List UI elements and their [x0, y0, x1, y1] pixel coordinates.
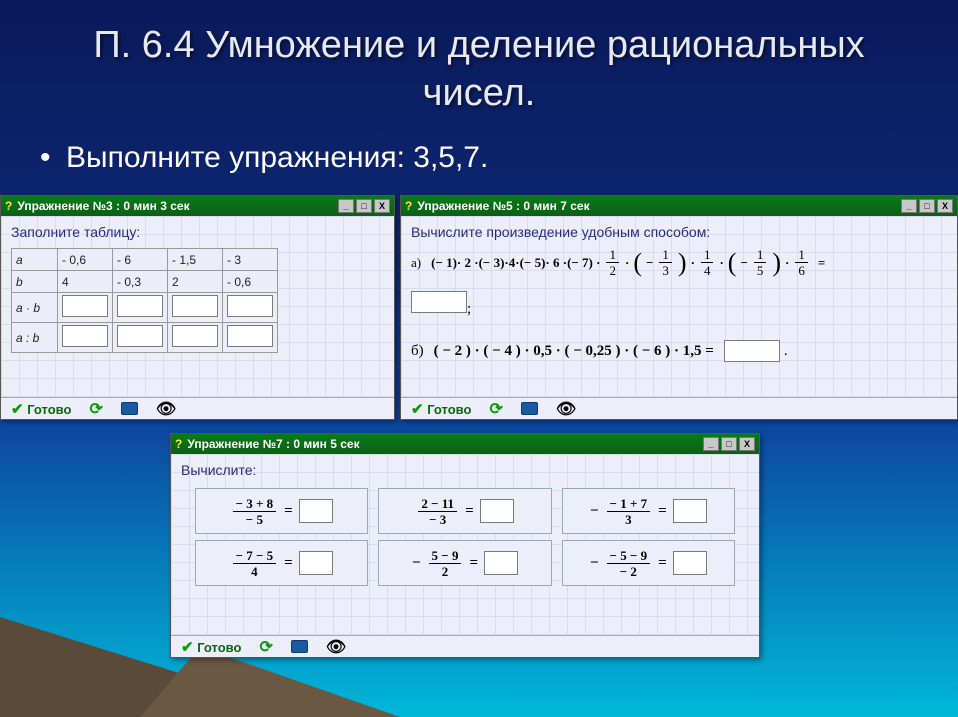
- check-icon: ✔: [11, 401, 24, 418]
- slide-title: П. 6.4 Умножение и деление рациональных …: [0, 0, 958, 127]
- prompt-text: Вычислите произведение удобным способом:: [411, 224, 947, 240]
- answer-input[interactable]: [227, 295, 273, 317]
- window-title: Упражнение №5 : 0 мин 7 сек: [417, 199, 589, 213]
- cell: - 3: [223, 249, 278, 271]
- fraction: − 1 + 73: [607, 497, 651, 526]
- check-icon: ✔: [181, 639, 194, 656]
- refresh-icon[interactable]: ⟳: [259, 637, 272, 657]
- row-label: a · b: [12, 293, 58, 323]
- fraction-cell: − 7 − 54=: [195, 540, 368, 586]
- exercise-5-window: ? Упражнение №5 : 0 мин 7 сек _ □ X Вычи…: [400, 195, 958, 420]
- table-row: b 4 - 0,3 2 - 0,6: [12, 271, 278, 293]
- expression-b: б) ( − 2 ) · ( − 4 ) · 0,5 · ( − 0,25 ) …: [411, 340, 947, 362]
- maximize-button[interactable]: □: [356, 199, 372, 213]
- cell: 2: [168, 271, 223, 293]
- expr-text: (− 1)· 2 ·(− 3)·4·(− 5)· 6 ·(− 7) ·: [431, 255, 600, 271]
- answer-input[interactable]: [673, 551, 707, 575]
- fraction-cell: −− 5 − 9− 2=: [562, 540, 735, 586]
- maximize-button[interactable]: □: [721, 437, 737, 451]
- titlebar[interactable]: ? Упражнение №3 : 0 мин 3 сек _ □ X: [1, 196, 394, 216]
- answer-input[interactable]: [172, 295, 218, 317]
- calculator-icon[interactable]: [291, 640, 308, 653]
- eye-icon[interactable]: 👁: [156, 399, 176, 419]
- close-button[interactable]: X: [937, 199, 953, 213]
- answer-input[interactable]: [172, 325, 218, 347]
- prompt-text: Заполните таблицу:: [11, 224, 384, 240]
- expr-text: ( − 2 ) · ( − 4 ) · 0,5 · ( − 0,25 ) · (…: [434, 343, 714, 360]
- slide-bullet: Выполните упражнения: 3,5,7.: [0, 127, 958, 193]
- expression-a: а) (− 1)· 2 ·(− 3)·4·(− 5)· 6 ·(− 7) · 1…: [411, 248, 947, 277]
- fraction: 5 − 92: [429, 549, 462, 578]
- minimize-button[interactable]: _: [901, 199, 917, 213]
- answer-input[interactable]: [299, 551, 333, 575]
- answer-input[interactable]: [62, 325, 108, 347]
- fraction-cell: −− 1 + 73=: [562, 488, 735, 534]
- close-button[interactable]: X: [374, 199, 390, 213]
- fraction: − 3 + 8− 5: [233, 497, 277, 526]
- answer-input[interactable]: [484, 551, 518, 575]
- cell: - 0,6: [223, 271, 278, 293]
- sign: −: [412, 555, 421, 572]
- eye-icon[interactable]: 👁: [556, 399, 576, 419]
- row-label: b: [12, 271, 58, 293]
- answer-input[interactable]: [299, 499, 333, 523]
- refresh-icon[interactable]: ⟳: [89, 399, 102, 419]
- window-title: Упражнение №3 : 0 мин 3 сек: [17, 199, 189, 213]
- fraction-cell: 2 − 11− 3=: [378, 488, 551, 534]
- cell: - 6: [113, 249, 168, 271]
- answer-input[interactable]: [673, 499, 707, 523]
- toolbar: ✔ Готово ⟳ 👁: [171, 635, 759, 657]
- titlebar[interactable]: ? Упражнение №7 : 0 мин 5 сек _ □ X: [171, 434, 759, 454]
- check-icon: ✔: [411, 401, 424, 418]
- done-button[interactable]: ✔ Готово: [411, 400, 471, 418]
- done-button[interactable]: ✔ Готово: [11, 400, 71, 418]
- exercise-3-window: ? Упражнение №3 : 0 мин 3 сек _ □ X Запо…: [0, 195, 395, 420]
- table-row: a - 0,6 - 6 - 1,5 - 3: [12, 249, 278, 271]
- answer-input[interactable]: [411, 291, 467, 313]
- help-icon[interactable]: ?: [405, 199, 412, 213]
- answer-input[interactable]: [117, 295, 163, 317]
- fraction: − 7 − 54: [233, 549, 277, 578]
- minimize-button[interactable]: _: [338, 199, 354, 213]
- table-row: a · b: [12, 293, 278, 323]
- item-label: б): [411, 343, 424, 360]
- data-table: a - 0,6 - 6 - 1,5 - 3 b 4 - 0,3 2 - 0,6 …: [11, 248, 278, 353]
- fraction-cell: −5 − 92=: [378, 540, 551, 586]
- table-row: a : b: [12, 323, 278, 353]
- cell: - 1,5: [168, 249, 223, 271]
- fraction: − 5 − 9− 2: [607, 549, 651, 578]
- row-label: a: [12, 249, 58, 271]
- eye-icon[interactable]: 👁: [326, 637, 346, 657]
- done-button[interactable]: ✔ Готово: [181, 638, 241, 656]
- prompt-text: Вычислите:: [181, 462, 749, 478]
- refresh-icon[interactable]: ⟳: [489, 399, 502, 419]
- maximize-button[interactable]: □: [919, 199, 935, 213]
- row-label: a : b: [12, 323, 58, 353]
- titlebar[interactable]: ? Упражнение №5 : 0 мин 7 сек _ □ X: [401, 196, 957, 216]
- answer-input[interactable]: [480, 499, 514, 523]
- answer-input[interactable]: [62, 295, 108, 317]
- cell: - 0,6: [58, 249, 113, 271]
- item-label: а): [411, 255, 421, 271]
- cell: 4: [58, 271, 113, 293]
- fraction-cell: − 3 + 8− 5=: [195, 488, 368, 534]
- cell: - 0,3: [113, 271, 168, 293]
- close-button[interactable]: X: [739, 437, 755, 451]
- answer-input[interactable]: [117, 325, 163, 347]
- window-title: Упражнение №7 : 0 мин 5 сек: [187, 437, 359, 451]
- answer-input[interactable]: [227, 325, 273, 347]
- toolbar: ✔ Готово ⟳ 👁: [1, 397, 394, 419]
- help-icon[interactable]: ?: [5, 199, 12, 213]
- calculator-icon[interactable]: [121, 402, 138, 415]
- answer-input[interactable]: [724, 340, 780, 362]
- sign: −: [590, 503, 599, 520]
- calculator-icon[interactable]: [521, 402, 538, 415]
- fraction: 2 − 11− 3: [418, 497, 457, 526]
- toolbar: ✔ Готово ⟳ 👁: [401, 397, 957, 419]
- sign: −: [590, 555, 599, 572]
- minimize-button[interactable]: _: [703, 437, 719, 451]
- help-icon[interactable]: ?: [175, 437, 182, 451]
- exercise-7-window: ? Упражнение №7 : 0 мин 5 сек _ □ X Вычи…: [170, 433, 760, 658]
